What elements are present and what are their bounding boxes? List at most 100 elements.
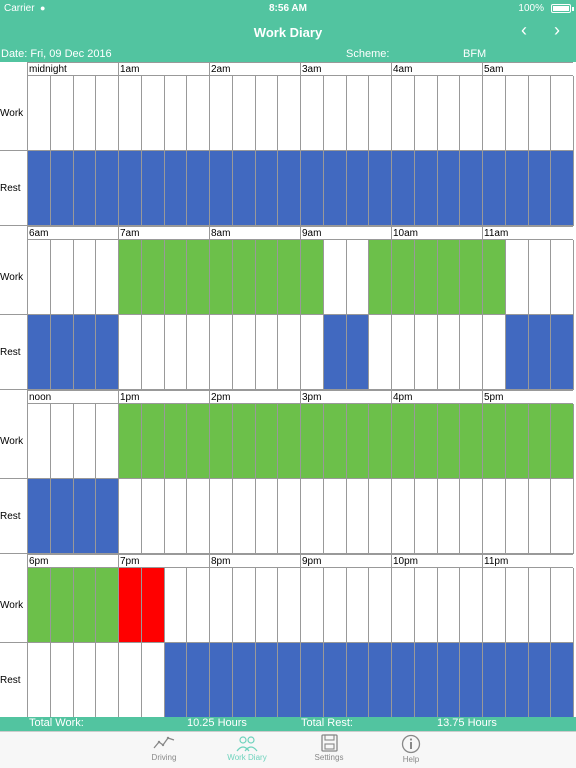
rest-quarter-cell[interactable]: [413, 315, 438, 390]
work-quarter-cell[interactable]: [391, 568, 415, 643]
work-quarter-cell[interactable]: [527, 76, 552, 151]
rest-quarter-cell[interactable]: [436, 315, 461, 390]
work-quarter-cell[interactable]: [118, 240, 142, 315]
work-quarter-cell[interactable]: [140, 404, 165, 479]
rest-quarter-cell[interactable]: [95, 151, 119, 226]
work-quarter-cell[interactable]: [186, 568, 210, 643]
rest-quarter-cell[interactable]: [277, 151, 301, 226]
work-quarter-cell[interactable]: [391, 76, 415, 151]
rest-quarter-cell[interactable]: [209, 479, 233, 554]
rest-quarter-cell[interactable]: [322, 479, 347, 554]
rest-quarter-cell[interactable]: [277, 643, 301, 718]
work-quarter-cell[interactable]: [413, 240, 438, 315]
work-quarter-cell[interactable]: [550, 76, 574, 151]
work-quarter-cell[interactable]: [527, 240, 552, 315]
rest-quarter-cell[interactable]: [300, 315, 324, 390]
rest-quarter-cell[interactable]: [140, 315, 165, 390]
rest-quarter-cell[interactable]: [49, 479, 74, 554]
work-quarter-cell[interactable]: [345, 76, 370, 151]
rest-quarter-cell[interactable]: [277, 479, 301, 554]
rest-quarter-cell[interactable]: [300, 151, 324, 226]
work-quarter-cell[interactable]: [231, 568, 256, 643]
work-quarter-cell[interactable]: [300, 240, 324, 315]
rest-quarter-cell[interactable]: [72, 151, 97, 226]
work-quarter-cell[interactable]: [49, 568, 74, 643]
rest-quarter-cell[interactable]: [527, 151, 552, 226]
rest-quarter-cell[interactable]: [300, 643, 324, 718]
work-quarter-cell[interactable]: [277, 568, 301, 643]
work-quarter-cell[interactable]: [163, 240, 188, 315]
work-quarter-cell[interactable]: [436, 568, 461, 643]
rest-quarter-cell[interactable]: [391, 479, 415, 554]
rest-quarter-cell[interactable]: [72, 315, 97, 390]
work-quarter-cell[interactable]: [27, 404, 51, 479]
rest-quarter-cell[interactable]: [527, 315, 552, 390]
work-quarter-cell[interactable]: [322, 76, 347, 151]
rest-quarter-cell[interactable]: [49, 315, 74, 390]
rest-quarter-cell[interactable]: [163, 643, 188, 718]
work-quarter-cell[interactable]: [186, 240, 210, 315]
work-quarter-cell[interactable]: [482, 240, 506, 315]
work-quarter-cell[interactable]: [118, 568, 142, 643]
rest-quarter-cell[interactable]: [140, 151, 165, 226]
rest-quarter-cell[interactable]: [254, 643, 279, 718]
rest-quarter-cell[interactable]: [27, 151, 51, 226]
rest-quarter-cell[interactable]: [300, 479, 324, 554]
work-quarter-cell[interactable]: [254, 568, 279, 643]
next-day-button[interactable]: ›: [545, 20, 569, 41]
rest-quarter-cell[interactable]: [322, 643, 347, 718]
work-quarter-cell[interactable]: [482, 568, 506, 643]
rest-quarter-cell[interactable]: [413, 151, 438, 226]
work-quarter-cell[interactable]: [550, 240, 574, 315]
rest-quarter-cell[interactable]: [413, 479, 438, 554]
work-quarter-cell[interactable]: [413, 568, 438, 643]
work-quarter-cell[interactable]: [436, 404, 461, 479]
rest-quarter-cell[interactable]: [345, 643, 370, 718]
work-quarter-cell[interactable]: [459, 240, 483, 315]
work-quarter-cell[interactable]: [49, 240, 74, 315]
rest-quarter-cell[interactable]: [459, 151, 483, 226]
work-quarter-cell[interactable]: [504, 240, 529, 315]
rest-quarter-cell[interactable]: [482, 315, 506, 390]
work-quarter-cell[interactable]: [322, 404, 347, 479]
rest-quarter-cell[interactable]: [436, 643, 461, 718]
rest-quarter-cell[interactable]: [27, 315, 51, 390]
rest-quarter-cell[interactable]: [436, 151, 461, 226]
rest-quarter-cell[interactable]: [49, 151, 74, 226]
rest-quarter-cell[interactable]: [550, 151, 574, 226]
work-quarter-cell[interactable]: [72, 76, 97, 151]
work-quarter-cell[interactable]: [72, 404, 97, 479]
work-quarter-cell[interactable]: [140, 568, 165, 643]
tab-help[interactable]: Help: [381, 734, 441, 764]
work-quarter-cell[interactable]: [209, 76, 233, 151]
work-quarter-cell[interactable]: [527, 568, 552, 643]
rest-quarter-cell[interactable]: [459, 643, 483, 718]
work-quarter-cell[interactable]: [436, 240, 461, 315]
work-quarter-cell[interactable]: [95, 404, 119, 479]
work-quarter-cell[interactable]: [413, 76, 438, 151]
previous-day-button[interactable]: ‹: [512, 20, 536, 41]
work-quarter-cell[interactable]: [527, 404, 552, 479]
work-quarter-cell[interactable]: [391, 404, 415, 479]
work-quarter-cell[interactable]: [322, 568, 347, 643]
work-quarter-cell[interactable]: [49, 404, 74, 479]
rest-quarter-cell[interactable]: [482, 643, 506, 718]
work-quarter-cell[interactable]: [163, 76, 188, 151]
tab-work-diary[interactable]: Work Diary: [217, 734, 277, 762]
rest-quarter-cell[interactable]: [482, 479, 506, 554]
rest-quarter-cell[interactable]: [254, 479, 279, 554]
rest-quarter-cell[interactable]: [550, 479, 574, 554]
rest-quarter-cell[interactable]: [186, 479, 210, 554]
rest-quarter-cell[interactable]: [140, 479, 165, 554]
rest-quarter-cell[interactable]: [49, 643, 74, 718]
work-quarter-cell[interactable]: [231, 404, 256, 479]
tab-driving[interactable]: Driving: [134, 734, 194, 762]
work-quarter-cell[interactable]: [27, 76, 51, 151]
work-quarter-cell[interactable]: [118, 76, 142, 151]
rest-quarter-cell[interactable]: [163, 151, 188, 226]
work-quarter-cell[interactable]: [254, 404, 279, 479]
work-quarter-cell[interactable]: [277, 240, 301, 315]
work-quarter-cell[interactable]: [300, 568, 324, 643]
work-quarter-cell[interactable]: [231, 76, 256, 151]
work-quarter-cell[interactable]: [504, 404, 529, 479]
